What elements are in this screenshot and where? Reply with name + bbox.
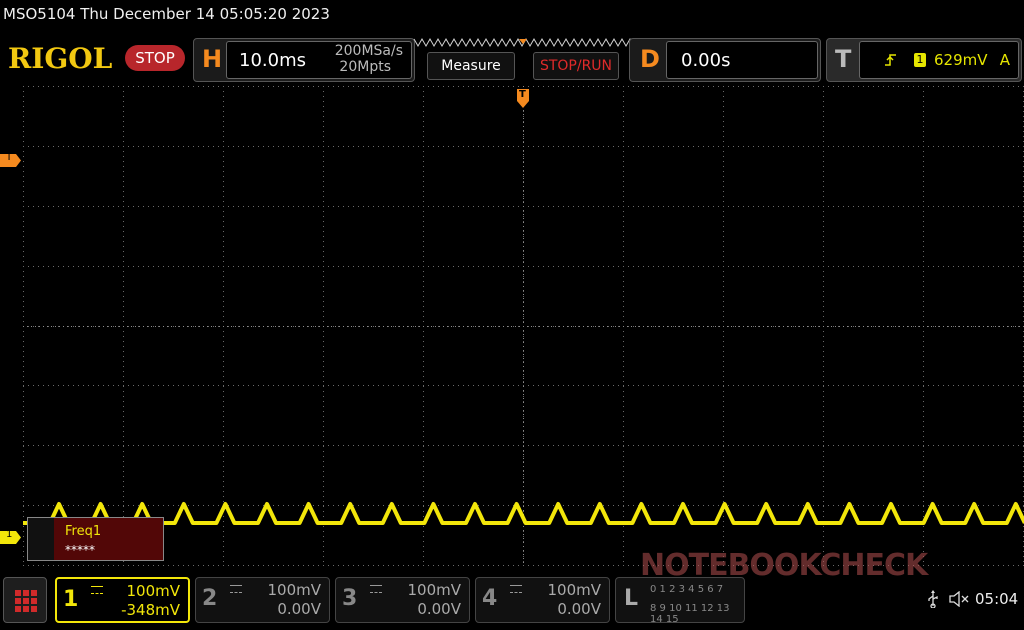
measurement-value: *****: [65, 543, 95, 557]
delay-box[interactable]: 0.00s: [666, 41, 818, 79]
measure-button[interactable]: Measure: [427, 52, 515, 80]
channel2-scale: 100mV: [267, 581, 321, 599]
dc-coupling-icon: [370, 585, 382, 593]
logic-channels-row2: 8 9 10 11 12 13 14 15: [650, 603, 730, 625]
measurement-freq-box[interactable]: Freq1 *****: [27, 517, 164, 561]
trigger-box[interactable]: 1 629mV A: [859, 41, 1019, 79]
trigger-source-badge: 1: [914, 53, 926, 67]
trigger-left-label: T: [6, 152, 13, 163]
channel3-offset: 0.00V: [417, 600, 461, 618]
channel1-box[interactable]: 1 100mV -348mV: [55, 577, 190, 623]
memory-depth: 20Mpts: [339, 59, 391, 75]
trigger-mode: A: [999, 51, 1010, 69]
channel1-scale: 100mV: [126, 582, 180, 600]
dc-coupling-icon: [230, 585, 242, 593]
horizontal-label: H: [202, 45, 223, 73]
trigger-level: 629mV: [934, 51, 988, 69]
usb-icon: [928, 590, 938, 608]
timebase-box[interactable]: 10.0ms 200MSa/s 20Mpts: [226, 41, 412, 79]
trigger-top-label: T: [519, 89, 526, 100]
speaker-muted-icon[interactable]: [949, 591, 971, 607]
logic-label: L: [624, 586, 639, 611]
model-datetime: MSO5104 Thu December 14 05:05:20 2023: [3, 5, 330, 23]
waveform-position-indicator: [413, 37, 635, 48]
delay-value: 0.00s: [681, 50, 731, 71]
channel2-box[interactable]: 2 100mV 0.00V: [195, 577, 330, 623]
channel1-offset: -348mV: [121, 601, 180, 619]
delay-label: D: [640, 45, 660, 73]
dc-coupling-icon: [91, 586, 103, 594]
run-state-badge[interactable]: STOP: [125, 45, 185, 71]
delay-panel[interactable]: D 0.00s: [629, 38, 821, 82]
horizontal-panel[interactable]: H 10.0ms 200MSa/s 20Mpts: [193, 38, 415, 82]
logic-channels-row1: 0 1 2 3 4 5 6 7: [650, 584, 724, 595]
rising-edge-icon: [885, 54, 896, 66]
trigger-level-marker[interactable]: T: [0, 152, 22, 167]
rigol-logo: RIGOL: [8, 42, 113, 75]
channel4-box[interactable]: 4 100mV 0.00V: [475, 577, 610, 623]
channel3-scale: 100mV: [407, 581, 461, 599]
waveform-display[interactable]: [23, 86, 1024, 566]
channel4-scale: 100mV: [547, 581, 601, 599]
grid-menu-icon: [15, 590, 37, 612]
timebase-value: 10.0ms: [239, 50, 306, 71]
clock: 05:04: [975, 590, 1019, 608]
channel3-box[interactable]: 3 100mV 0.00V: [335, 577, 470, 623]
dc-coupling-icon: [510, 585, 522, 593]
stop-run-button[interactable]: STOP/RUN: [533, 52, 619, 80]
sample-rate: 200MSa/s: [334, 43, 403, 59]
channel2-offset: 0.00V: [277, 600, 321, 618]
logic-box[interactable]: L 0 1 2 3 4 5 6 7 8 9 10 11 12 13 14 15: [615, 577, 745, 625]
trigger-label: T: [835, 45, 852, 73]
measurement-name: Freq1: [65, 524, 102, 539]
trigger-panel[interactable]: T 1 629mV A: [826, 38, 1022, 82]
channel1-number: 1: [63, 587, 79, 612]
channel1-marker-label: 1: [6, 529, 13, 540]
trigger-position-marker[interactable]: T: [516, 88, 530, 108]
channel1-offset-marker[interactable]: 1: [0, 529, 22, 544]
menu-button[interactable]: [3, 577, 47, 623]
channel4-offset: 0.00V: [557, 600, 601, 618]
channel2-number: 2: [202, 586, 218, 611]
channel3-number: 3: [342, 586, 358, 611]
channel4-number: 4: [482, 586, 498, 611]
